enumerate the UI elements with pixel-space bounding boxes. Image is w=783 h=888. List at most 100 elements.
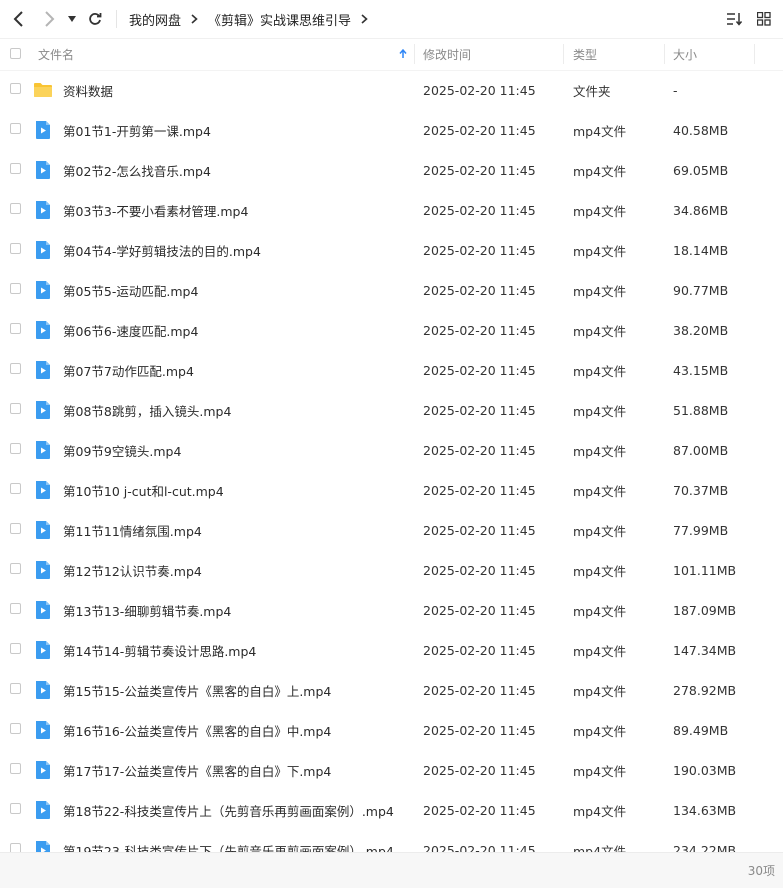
- row-checkbox[interactable]: [10, 523, 21, 534]
- file-name[interactable]: 第11节11情绪氛围.mp4: [63, 510, 202, 550]
- file-name[interactable]: 第19节23-科技类宣传片下（先剪音乐再剪画面案例）.mp4: [63, 830, 394, 853]
- row-checkbox[interactable]: [10, 843, 21, 852]
- row-checkbox[interactable]: [10, 643, 21, 654]
- forward-button[interactable]: [38, 8, 60, 30]
- file-name[interactable]: 第02节2-怎么找音乐.mp4: [63, 150, 211, 190]
- file-modified-date: 2025-02-20 11:45: [423, 282, 536, 298]
- history-dropdown-button[interactable]: [66, 8, 78, 30]
- row-checkbox[interactable]: [10, 403, 21, 414]
- row-checkbox[interactable]: [10, 563, 21, 574]
- file-row[interactable]: 第04节4-学好剪辑技法的目的.mp4 2025-02-20 11:45 mp4文件…: [0, 230, 783, 270]
- file-row[interactable]: 第02节2-怎么找音乐.mp4 2025-02-20 11:45 mp4文件 69.0…: [0, 150, 783, 190]
- file-name[interactable]: 资料数据: [63, 70, 113, 110]
- row-checkbox[interactable]: [10, 763, 21, 774]
- file-row[interactable]: 第19节23-科技类宣传片下（先剪音乐再剪画面案例）.mp4 2025-02-20…: [0, 830, 783, 852]
- file-row[interactable]: 第12节12认识节奏.mp4 2025-02-20 11:45 mp4文件 101.1…: [0, 550, 783, 590]
- column-divider[interactable]: [754, 44, 755, 64]
- caret-down-icon: [68, 16, 76, 22]
- file-row[interactable]: 资料数据 2025-02-20 11:45 文件夹 -: [0, 70, 783, 110]
- file-modified-date: 2025-02-20 11:45: [423, 642, 536, 658]
- file-name[interactable]: 第10节10 j-cut和l-cut.mp4: [63, 470, 224, 510]
- file-type: mp4文件: [573, 843, 627, 853]
- file-name[interactable]: 第08节8跳剪，插入镜头.mp4: [63, 390, 231, 430]
- column-header-date[interactable]: 修改时间: [423, 38, 471, 70]
- video-file-icon: [33, 400, 53, 420]
- item-count: 30项: [747, 864, 775, 878]
- column-divider[interactable]: [414, 44, 415, 64]
- row-checkbox[interactable]: [10, 443, 21, 454]
- file-size: 69.05MB: [673, 162, 729, 178]
- row-checkbox[interactable]: [10, 163, 21, 174]
- row-checkbox[interactable]: [10, 803, 21, 814]
- file-row[interactable]: 第08节8跳剪，插入镜头.mp4 2025-02-20 11:45 mp4文件 51.…: [0, 390, 783, 430]
- row-checkbox[interactable]: [10, 363, 21, 374]
- row-checkbox[interactable]: [10, 723, 21, 734]
- row-checkbox[interactable]: [10, 603, 21, 614]
- back-button[interactable]: [8, 8, 30, 30]
- row-checkbox[interactable]: [10, 323, 21, 334]
- refresh-button[interactable]: [84, 8, 106, 30]
- video-file-icon: [33, 840, 53, 852]
- breadcrumb-item-root[interactable]: 我的网盘: [129, 10, 181, 29]
- file-name[interactable]: 第15节15-公益类宣传片《黑客的自白》上.mp4: [63, 670, 331, 710]
- file-name[interactable]: 第16节16-公益类宣传片《黑客的自白》中.mp4: [63, 710, 331, 750]
- file-name[interactable]: 第01节1-开剪第一课.mp4: [63, 110, 211, 150]
- file-modified-date: 2025-02-20 11:45: [423, 362, 536, 378]
- file-name[interactable]: 第07节7动作匹配.mp4: [63, 350, 194, 390]
- file-row[interactable]: 第15节15-公益类宣传片《黑客的自白》上.mp4 2025-02-20 11:4…: [0, 670, 783, 710]
- file-row[interactable]: 第01节1-开剪第一课.mp4 2025-02-20 11:45 mp4文件 40.5…: [0, 110, 783, 150]
- folder-icon: [33, 80, 53, 100]
- file-row[interactable]: 第07节7动作匹配.mp4 2025-02-20 11:45 mp4文件 43.15M…: [0, 350, 783, 390]
- row-checkbox[interactable]: [10, 83, 21, 94]
- select-all-checkbox[interactable]: [10, 48, 21, 59]
- sort-button[interactable]: [723, 8, 745, 30]
- file-name[interactable]: 第06节6-速度匹配.mp4: [63, 310, 198, 350]
- file-row[interactable]: 第10节10 j-cut和l-cut.mp4 2025-02-20 11:45 mp…: [0, 470, 783, 510]
- video-file-icon: [33, 480, 53, 500]
- file-row[interactable]: 第05节5-运动匹配.mp4 2025-02-20 11:45 mp4文件 90.77…: [0, 270, 783, 310]
- row-checkbox[interactable]: [10, 283, 21, 294]
- file-modified-date: 2025-02-20 11:45: [423, 602, 536, 618]
- file-name[interactable]: 第18节22-科技类宣传片上（先剪音乐再剪画面案例）.mp4: [63, 790, 394, 830]
- view-mode-button[interactable]: [753, 8, 775, 30]
- file-row[interactable]: 第09节9空镜头.mp4 2025-02-20 11:45 mp4文件 87.00MB: [0, 430, 783, 470]
- row-checkbox[interactable]: [10, 243, 21, 254]
- file-modified-date: 2025-02-20 11:45: [423, 122, 536, 138]
- file-name[interactable]: 第09节9空镜头.mp4: [63, 430, 181, 470]
- breadcrumb-item-current[interactable]: 《剪辑》实战课思维引导: [208, 10, 351, 29]
- file-size: 51.88MB: [673, 402, 729, 418]
- file-row[interactable]: 第16节16-公益类宣传片《黑客的自白》中.mp4 2025-02-20 11:4…: [0, 710, 783, 750]
- file-size: 18.14MB: [673, 242, 729, 258]
- row-checkbox[interactable]: [10, 683, 21, 694]
- file-modified-date: 2025-02-20 11:45: [423, 802, 536, 818]
- file-name[interactable]: 第04节4-学好剪辑技法的目的.mp4: [63, 230, 261, 270]
- file-row[interactable]: 第03节3-不要小看素材管理.mp4 2025-02-20 11:45 mp4文件 3…: [0, 190, 783, 230]
- row-checkbox[interactable]: [10, 123, 21, 134]
- status-bar: 30项: [0, 852, 783, 888]
- file-row[interactable]: 第13节13-细聊剪辑节奏.mp4 2025-02-20 11:45 mp4文件 18…: [0, 590, 783, 630]
- file-row[interactable]: 第18节22-科技类宣传片上（先剪音乐再剪画面案例）.mp4 2025-02-20…: [0, 790, 783, 830]
- column-header-size[interactable]: 大小: [673, 38, 697, 70]
- file-name[interactable]: 第17节17-公益类宣传片《黑客的自白》下.mp4: [63, 750, 331, 790]
- file-row[interactable]: 第14节14-剪辑节奏设计思路.mp4 2025-02-20 11:45 mp4文件…: [0, 630, 783, 670]
- column-header-type[interactable]: 类型: [573, 38, 597, 70]
- file-name[interactable]: 第03节3-不要小看素材管理.mp4: [63, 190, 248, 230]
- file-size: 43.15MB: [673, 362, 729, 378]
- file-modified-date: 2025-02-20 11:45: [423, 722, 536, 738]
- sort-ascending-icon[interactable]: [399, 38, 407, 70]
- file-row[interactable]: 第11节11情绪氛围.mp4 2025-02-20 11:45 mp4文件 77.99…: [0, 510, 783, 550]
- file-name[interactable]: 第12节12认识节奏.mp4: [63, 550, 202, 590]
- file-row[interactable]: 第06节6-速度匹配.mp4 2025-02-20 11:45 mp4文件 38.20…: [0, 310, 783, 350]
- row-checkbox[interactable]: [10, 483, 21, 494]
- file-name[interactable]: 第14节14-剪辑节奏设计思路.mp4: [63, 630, 256, 670]
- file-name[interactable]: 第13节13-细聊剪辑节奏.mp4: [63, 590, 231, 630]
- file-row[interactable]: 第17节17-公益类宣传片《黑客的自白》下.mp4 2025-02-20 11:4…: [0, 750, 783, 790]
- file-name[interactable]: 第05节5-运动匹配.mp4: [63, 270, 198, 310]
- row-checkbox[interactable]: [10, 203, 21, 214]
- column-header-name[interactable]: 文件名: [38, 38, 74, 70]
- column-divider[interactable]: [563, 44, 564, 64]
- file-modified-date: 2025-02-20 11:45: [423, 402, 536, 418]
- sort-icon: [727, 13, 742, 26]
- file-size: 190.03MB: [673, 762, 737, 778]
- column-divider[interactable]: [664, 44, 665, 64]
